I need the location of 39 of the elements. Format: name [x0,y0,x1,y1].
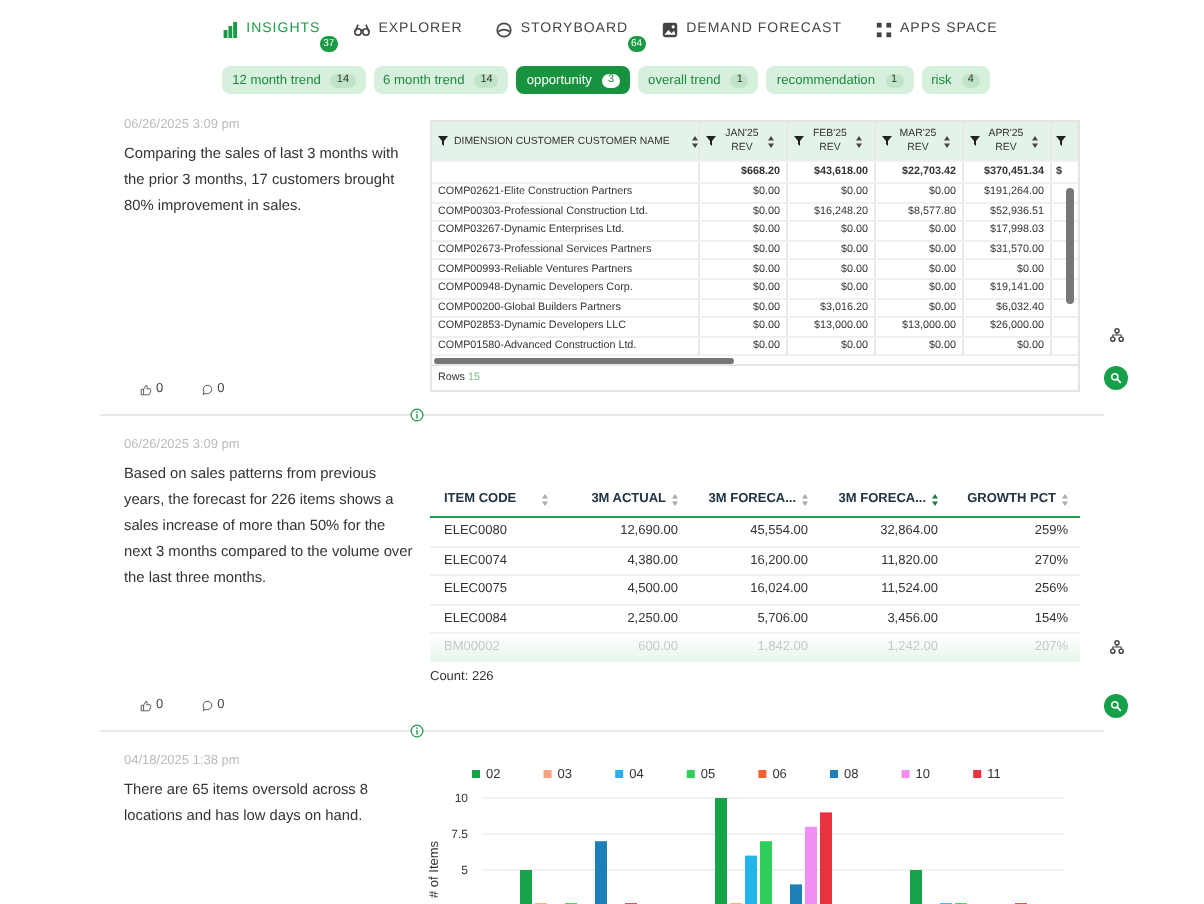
info-icon[interactable] [410,408,424,422]
binoculars-icon [354,21,371,37]
filter-icon[interactable] [793,136,804,146]
filter-icon[interactable] [1055,136,1066,146]
scrollbar[interactable] [1066,188,1074,304]
image-icon [662,21,679,37]
bar [820,812,832,904]
sort-icon[interactable] [767,135,774,147]
hierarchy-icon[interactable] [1109,640,1123,654]
bar [805,826,817,904]
info-icon[interactable] [410,724,424,738]
bar [520,870,532,904]
sort-icon[interactable] [932,493,938,505]
scrollbar[interactable] [434,358,734,365]
comment-icon[interactable] [201,383,214,395]
bar-chart-icon [222,21,239,37]
sort-icon[interactable] [1031,135,1038,147]
sort-icon[interactable] [691,135,698,147]
filter-icon[interactable] [969,136,980,146]
search-icon [1110,700,1122,712]
thumbs-up-icon[interactable] [140,383,152,395]
filter-icon[interactable] [438,136,448,146]
filter-icon[interactable] [705,136,716,146]
comment-icon[interactable] [201,699,214,711]
bar [715,798,727,904]
grid-icon [876,21,892,37]
filter-icon[interactable] [881,136,892,146]
search-button[interactable] [1104,694,1128,718]
sort-icon[interactable] [943,135,950,147]
bar [745,855,757,904]
bar [910,870,922,904]
bar [760,841,772,904]
hierarchy-icon[interactable] [1109,328,1123,342]
thumbs-up-icon[interactable] [140,699,152,711]
bar [595,841,607,904]
sort-icon[interactable] [855,135,862,147]
search-button[interactable] [1104,366,1128,390]
globe-icon [496,21,513,37]
search-icon [1110,372,1122,384]
